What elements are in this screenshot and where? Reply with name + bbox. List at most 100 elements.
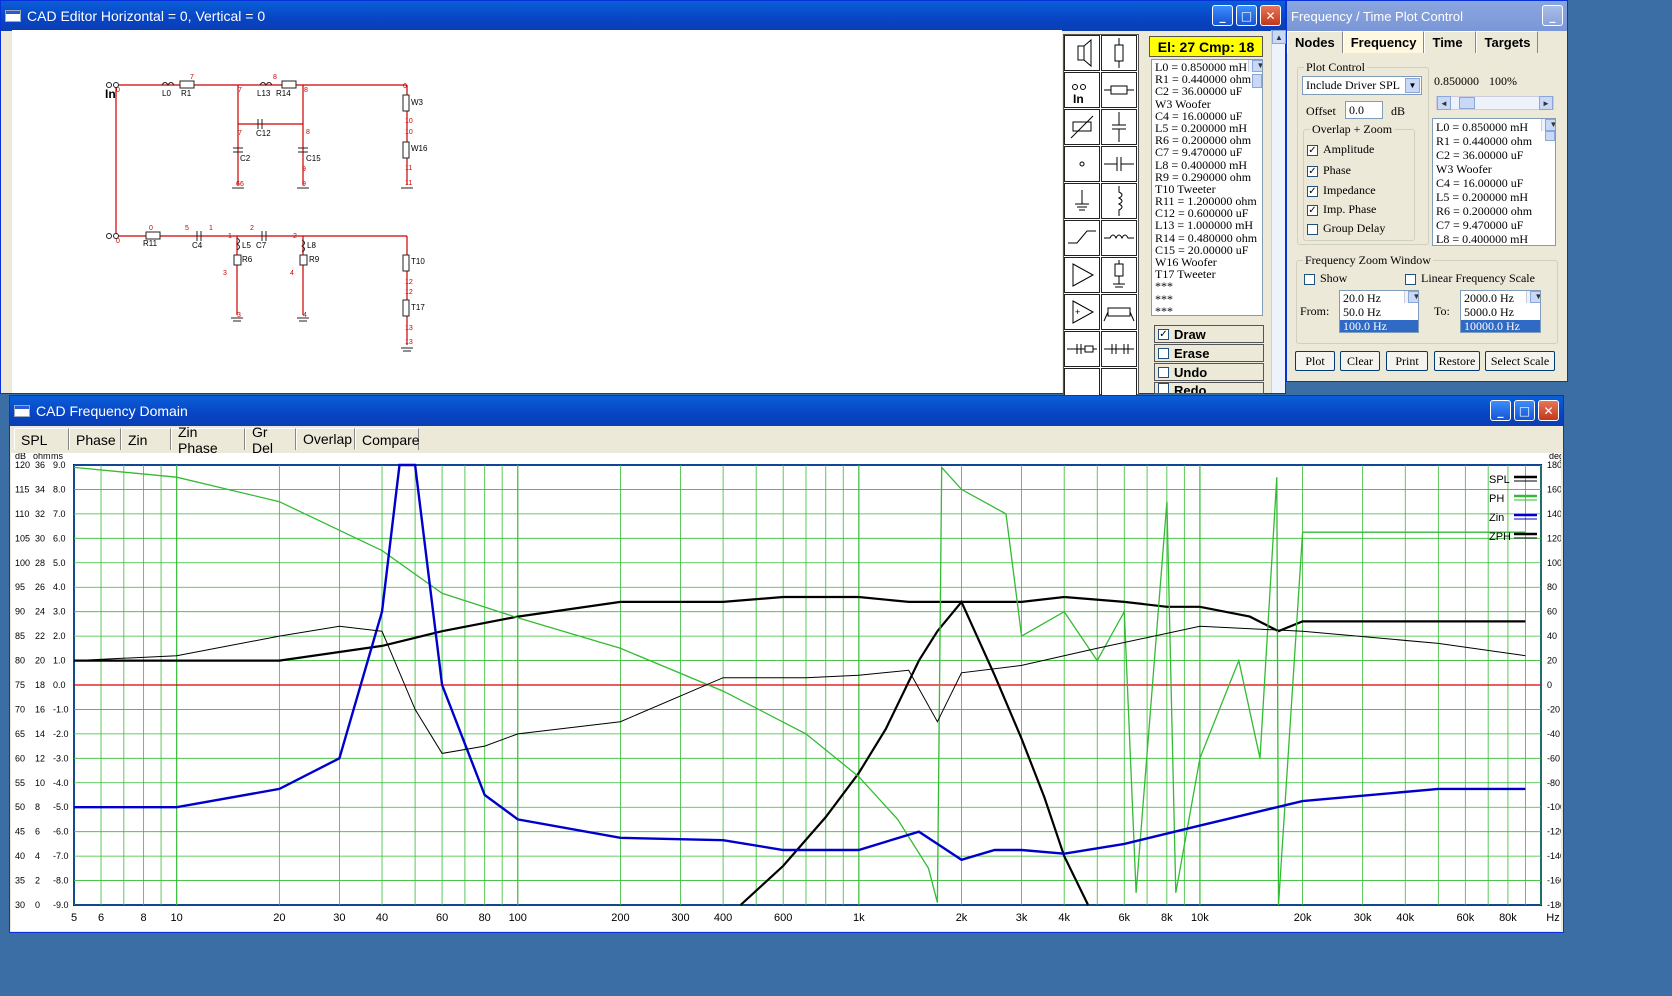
schematic-canvas[interactable]: In L0 R1 L13 R14 C12 C2 C15 W3 W16 R11 C… xyxy=(12,30,1062,393)
palette-ground-icon[interactable] xyxy=(1064,183,1100,219)
select-scale-button[interactable]: Select Scale xyxy=(1485,351,1555,371)
print-button[interactable]: Print xyxy=(1386,351,1428,371)
list-item[interactable]: R6 = 0.200000 ohm xyxy=(1433,205,1555,219)
component-list[interactable]: L0 = 0.850000 mH R1 = 0.440000 ohm C2 = … xyxy=(1151,59,1263,316)
clear-button[interactable]: Clear xyxy=(1340,351,1380,371)
list-item-selected[interactable]: 10000.0 Hz xyxy=(1461,320,1540,332)
scroll-down-icon[interactable]: ▼ xyxy=(1252,60,1262,73)
close-icon[interactable]: ✕ xyxy=(1538,400,1559,421)
component-list-scrollbar[interactable]: ▲ ▼ xyxy=(1248,60,1262,89)
tab-zin[interactable]: Zin xyxy=(121,428,171,450)
list-item[interactable]: *** xyxy=(1152,292,1262,305)
list-item[interactable]: L13 = 1.000000 mH xyxy=(1152,219,1262,231)
to-list-scrollbar[interactable]: ▲▼ xyxy=(1526,291,1540,304)
tab-time[interactable]: Time xyxy=(1424,31,1477,53)
list-item[interactable]: L0 = 0.850000 mH xyxy=(1433,121,1555,135)
palette-summing-amp-icon[interactable]: + xyxy=(1064,294,1100,330)
minimize-icon[interactable]: _ xyxy=(1542,5,1563,26)
list-item[interactable]: L5 = 0.200000 mH xyxy=(1433,191,1555,205)
palette-transformer-icon[interactable] xyxy=(1101,294,1137,330)
amplitude-checkbox[interactable]: ✓ Amplitude xyxy=(1307,142,1374,157)
palette-woofer-icon[interactable] xyxy=(1064,35,1100,71)
list-item[interactable]: C7 = 9.470000 uF xyxy=(1152,146,1262,158)
linear-scale-checkbox[interactable]: Linear Frequency Scale xyxy=(1405,271,1535,286)
palette-node-icon[interactable] xyxy=(1064,146,1100,182)
list-item[interactable]: 5000.0 Hz xyxy=(1461,306,1540,320)
scroll-thumb[interactable] xyxy=(1252,74,1262,89)
chart-area[interactable]: 120 36 9.0 180 115 34 8.0 160 110 32 7.0 140 105 30 6.… xyxy=(11,451,1565,931)
slider-left-icon[interactable]: ◄ xyxy=(1437,96,1451,110)
palette-capacitor-vertical-icon[interactable] xyxy=(1101,109,1137,145)
redo-toggle[interactable]: Redo xyxy=(1154,382,1264,394)
list-item[interactable]: 50.0 Hz xyxy=(1340,306,1418,320)
to-list[interactable]: 2000.0 Hz 5000.0 Hz 10000.0 Hz ▲▼ xyxy=(1460,290,1541,333)
tab-phase[interactable]: Phase xyxy=(69,428,121,450)
scroll-up-icon[interactable]: ▲ xyxy=(1272,30,1286,44)
slider-right-icon[interactable]: ► xyxy=(1539,96,1553,110)
palette-resistor-ground-icon[interactable] xyxy=(1101,257,1137,293)
driver-select[interactable]: Include Driver SPL ▼ xyxy=(1302,76,1422,95)
palette-resistor-vertical-icon[interactable] xyxy=(1101,35,1137,71)
plot-control-titlebar[interactable]: Frequency / Time Plot Control _ xyxy=(1287,1,1567,31)
from-list-scrollbar[interactable]: ▲▼ xyxy=(1404,291,1418,304)
scroll-down-icon[interactable]: ▼ xyxy=(1408,291,1418,304)
tab-spl[interactable]: SPL xyxy=(14,428,69,450)
palette-switch-icon[interactable] xyxy=(1064,220,1100,256)
draw-toggle[interactable]: ✓ Draw xyxy=(1154,325,1264,343)
list-item[interactable]: *** xyxy=(1152,280,1262,292)
offset-input[interactable]: 0.0 xyxy=(1345,101,1383,119)
list-item-selected[interactable]: 100.0 Hz xyxy=(1340,320,1418,332)
tab-gr-del[interactable]: Gr Del xyxy=(245,424,296,456)
cad-editor-titlebar[interactable]: CAD Editor Horizontal = 0, Vertical = 0 … xyxy=(1,1,1285,31)
palette-amplifier-icon[interactable] xyxy=(1064,257,1100,293)
dropdown-arrow-icon[interactable]: ▼ xyxy=(1405,78,1420,93)
impedance-checkbox[interactable]: ✓ Impedance xyxy=(1307,183,1376,198)
palette-variable-resistor-icon[interactable] xyxy=(1064,109,1100,145)
tab-overlap[interactable]: Overlap xyxy=(296,428,355,450)
close-icon[interactable]: ✕ xyxy=(1260,5,1281,26)
maximize-icon[interactable]: □ xyxy=(1236,5,1257,26)
plot-component-list[interactable]: L0 = 0.850000 mH R1 = 0.440000 ohm C2 = … xyxy=(1432,118,1556,246)
scroll-down-icon[interactable]: ▼ xyxy=(1545,119,1555,132)
list-item[interactable]: C2 = 36.00000 uF xyxy=(1433,149,1555,163)
undo-toggle[interactable]: Undo xyxy=(1154,363,1264,381)
imp-phase-checkbox[interactable]: ✓ Imp. Phase xyxy=(1307,202,1376,217)
tab-zin-phase[interactable]: Zin Phase xyxy=(171,424,245,456)
slider-thumb[interactable] xyxy=(1459,97,1475,109)
palette-inductor-horizontal-icon[interactable] xyxy=(1101,220,1137,256)
maximize-icon[interactable]: □ xyxy=(1514,400,1535,421)
palette-inductor-vertical-icon[interactable] xyxy=(1101,183,1137,219)
tab-targets[interactable]: Targets xyxy=(1476,31,1539,53)
value-slider[interactable]: ◄ ► xyxy=(1436,96,1554,110)
plot-list-scrollbar[interactable]: ▲ ▼ xyxy=(1541,119,1555,142)
list-item[interactable]: W3 Woofer xyxy=(1433,163,1555,177)
scroll-down-icon[interactable]: ▼ xyxy=(1530,291,1540,304)
palette-resistor-horizontal-icon[interactable] xyxy=(1101,72,1137,108)
list-item[interactable]: C7 = 9.470000 uF xyxy=(1433,219,1555,233)
show-checkbox[interactable]: Show xyxy=(1304,271,1347,286)
list-item[interactable]: C2 = 36.00000 uF xyxy=(1152,85,1262,97)
list-item[interactable]: C4 = 16.00000 uF xyxy=(1433,177,1555,191)
group-delay-checkbox[interactable]: Group Delay xyxy=(1307,221,1385,236)
palette-input-icon[interactable]: In xyxy=(1064,72,1100,108)
minimize-icon[interactable]: _ xyxy=(1490,400,1511,421)
editor-scrollbar[interactable]: ▲ xyxy=(1271,30,1286,393)
restore-button[interactable]: Restore xyxy=(1434,351,1480,371)
list-item[interactable]: R14 = 0.480000 ohm xyxy=(1152,232,1262,244)
palette-series-cap-icon[interactable] xyxy=(1064,331,1100,367)
plot-button[interactable]: Plot xyxy=(1295,351,1335,371)
list-item[interactable]: L8 = 0.400000 mH xyxy=(1152,158,1262,171)
scroll-thumb[interactable] xyxy=(1545,131,1555,142)
list-item[interactable]: R1 = 0.440000 ohm xyxy=(1433,135,1555,149)
from-list[interactable]: 20.0 Hz 50.0 Hz 100.0 Hz ▲▼ xyxy=(1339,290,1419,333)
list-item[interactable]: *** xyxy=(1152,305,1262,315)
list-item[interactable]: L8 = 0.400000 mH xyxy=(1433,233,1555,245)
freq-domain-titlebar[interactable]: CAD Frequency Domain _ □ ✕ xyxy=(10,396,1563,426)
palette-dual-cap-icon[interactable] xyxy=(1101,331,1137,367)
list-item[interactable]: W3 Woofer xyxy=(1152,97,1262,110)
tab-frequency[interactable]: Frequency xyxy=(1342,31,1425,53)
tab-compare[interactable]: Compare xyxy=(355,428,420,450)
phase-checkbox[interactable]: ✓ Phase xyxy=(1307,163,1351,178)
minimize-icon[interactable]: _ xyxy=(1212,5,1233,26)
palette-capacitor-horizontal-icon[interactable] xyxy=(1101,146,1137,182)
